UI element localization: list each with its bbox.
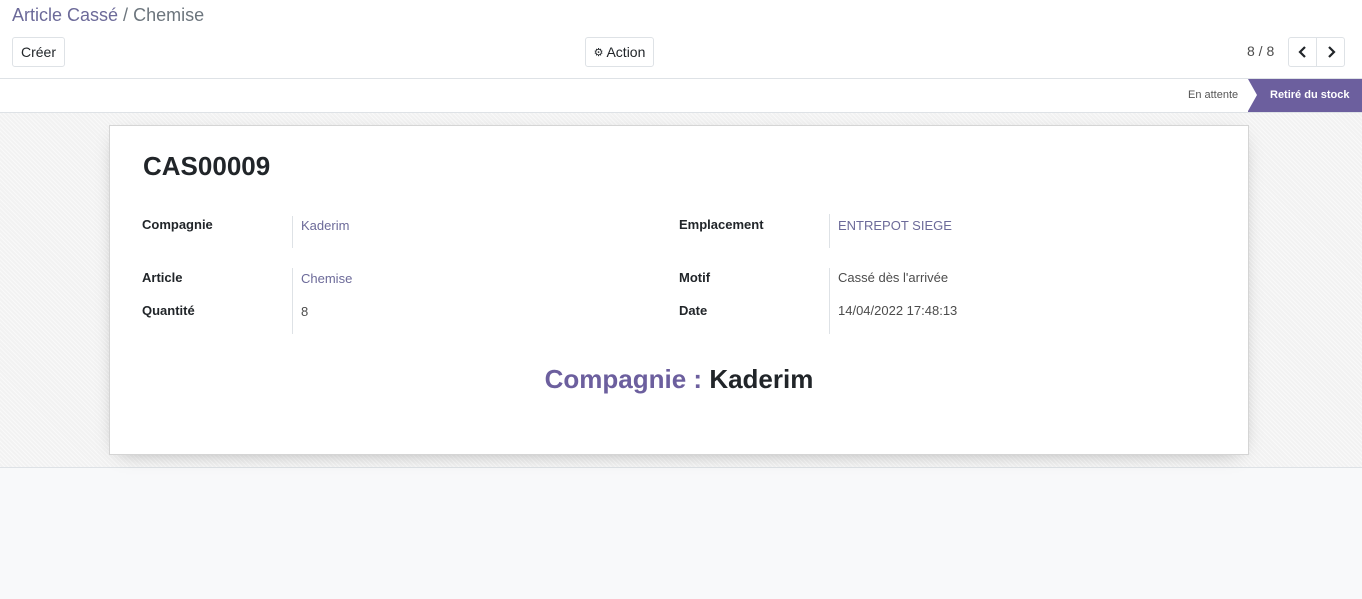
company-banner-label: Compagnie : xyxy=(544,364,703,394)
gear-icon: ⚙ xyxy=(593,46,604,59)
location-value-link[interactable]: ENTREPOT SIEGE xyxy=(838,218,952,233)
company-banner: Compagnie : Kaderim xyxy=(110,364,1248,395)
date-label: Date xyxy=(679,303,708,318)
field-divider xyxy=(829,268,830,334)
breadcrumb-current: Chemise xyxy=(133,5,205,25)
company-value-link[interactable]: Kaderim xyxy=(301,218,349,233)
pager-value[interactable]: 8 / 8 xyxy=(1247,43,1274,59)
company-label: Compagnie xyxy=(142,217,213,232)
article-label: Article xyxy=(142,270,183,285)
pager-previous-button[interactable] xyxy=(1288,37,1317,67)
status-retire-du-stock[interactable]: Retiré du stock xyxy=(1248,79,1362,112)
action-button[interactable]: ⚙ Action xyxy=(585,37,654,67)
action-button-label: Action xyxy=(606,44,646,60)
record-reference: CAS00009 xyxy=(143,151,271,181)
statusbar: En attente Retiré du stock xyxy=(0,79,1362,113)
chevron-right-icon xyxy=(1327,46,1336,58)
company-banner-value: Kaderim xyxy=(709,364,814,394)
control-panel: Article Cassé / Chemise Créer ⚙ Action 8… xyxy=(0,0,1362,79)
form-sheet: CAS00009 Compagnie Kaderim Article Chemi… xyxy=(109,125,1249,455)
status-en-attente[interactable]: En attente xyxy=(1180,79,1238,112)
reason-label: Motif xyxy=(679,270,711,285)
reason-value: Cassé dès l'arrivée xyxy=(838,270,949,285)
quantity-label: Quantité xyxy=(142,303,195,318)
date-value: 14/04/2022 17:48:13 xyxy=(838,303,958,318)
create-button[interactable]: Créer xyxy=(12,37,65,67)
breadcrumb-separator: / xyxy=(123,5,129,25)
breadcrumb: Article Cassé / Chemise xyxy=(12,5,204,25)
quantity-value: 8 xyxy=(301,304,309,319)
field-divider xyxy=(829,214,830,248)
location-label: Emplacement xyxy=(679,217,764,232)
field-divider xyxy=(292,268,293,334)
breadcrumb-parent-link[interactable]: Article Cassé xyxy=(12,5,118,25)
pager-next-button[interactable] xyxy=(1316,37,1345,67)
field-divider xyxy=(292,216,293,248)
chevron-left-icon xyxy=(1297,46,1306,58)
article-value-link[interactable]: Chemise xyxy=(301,271,352,286)
